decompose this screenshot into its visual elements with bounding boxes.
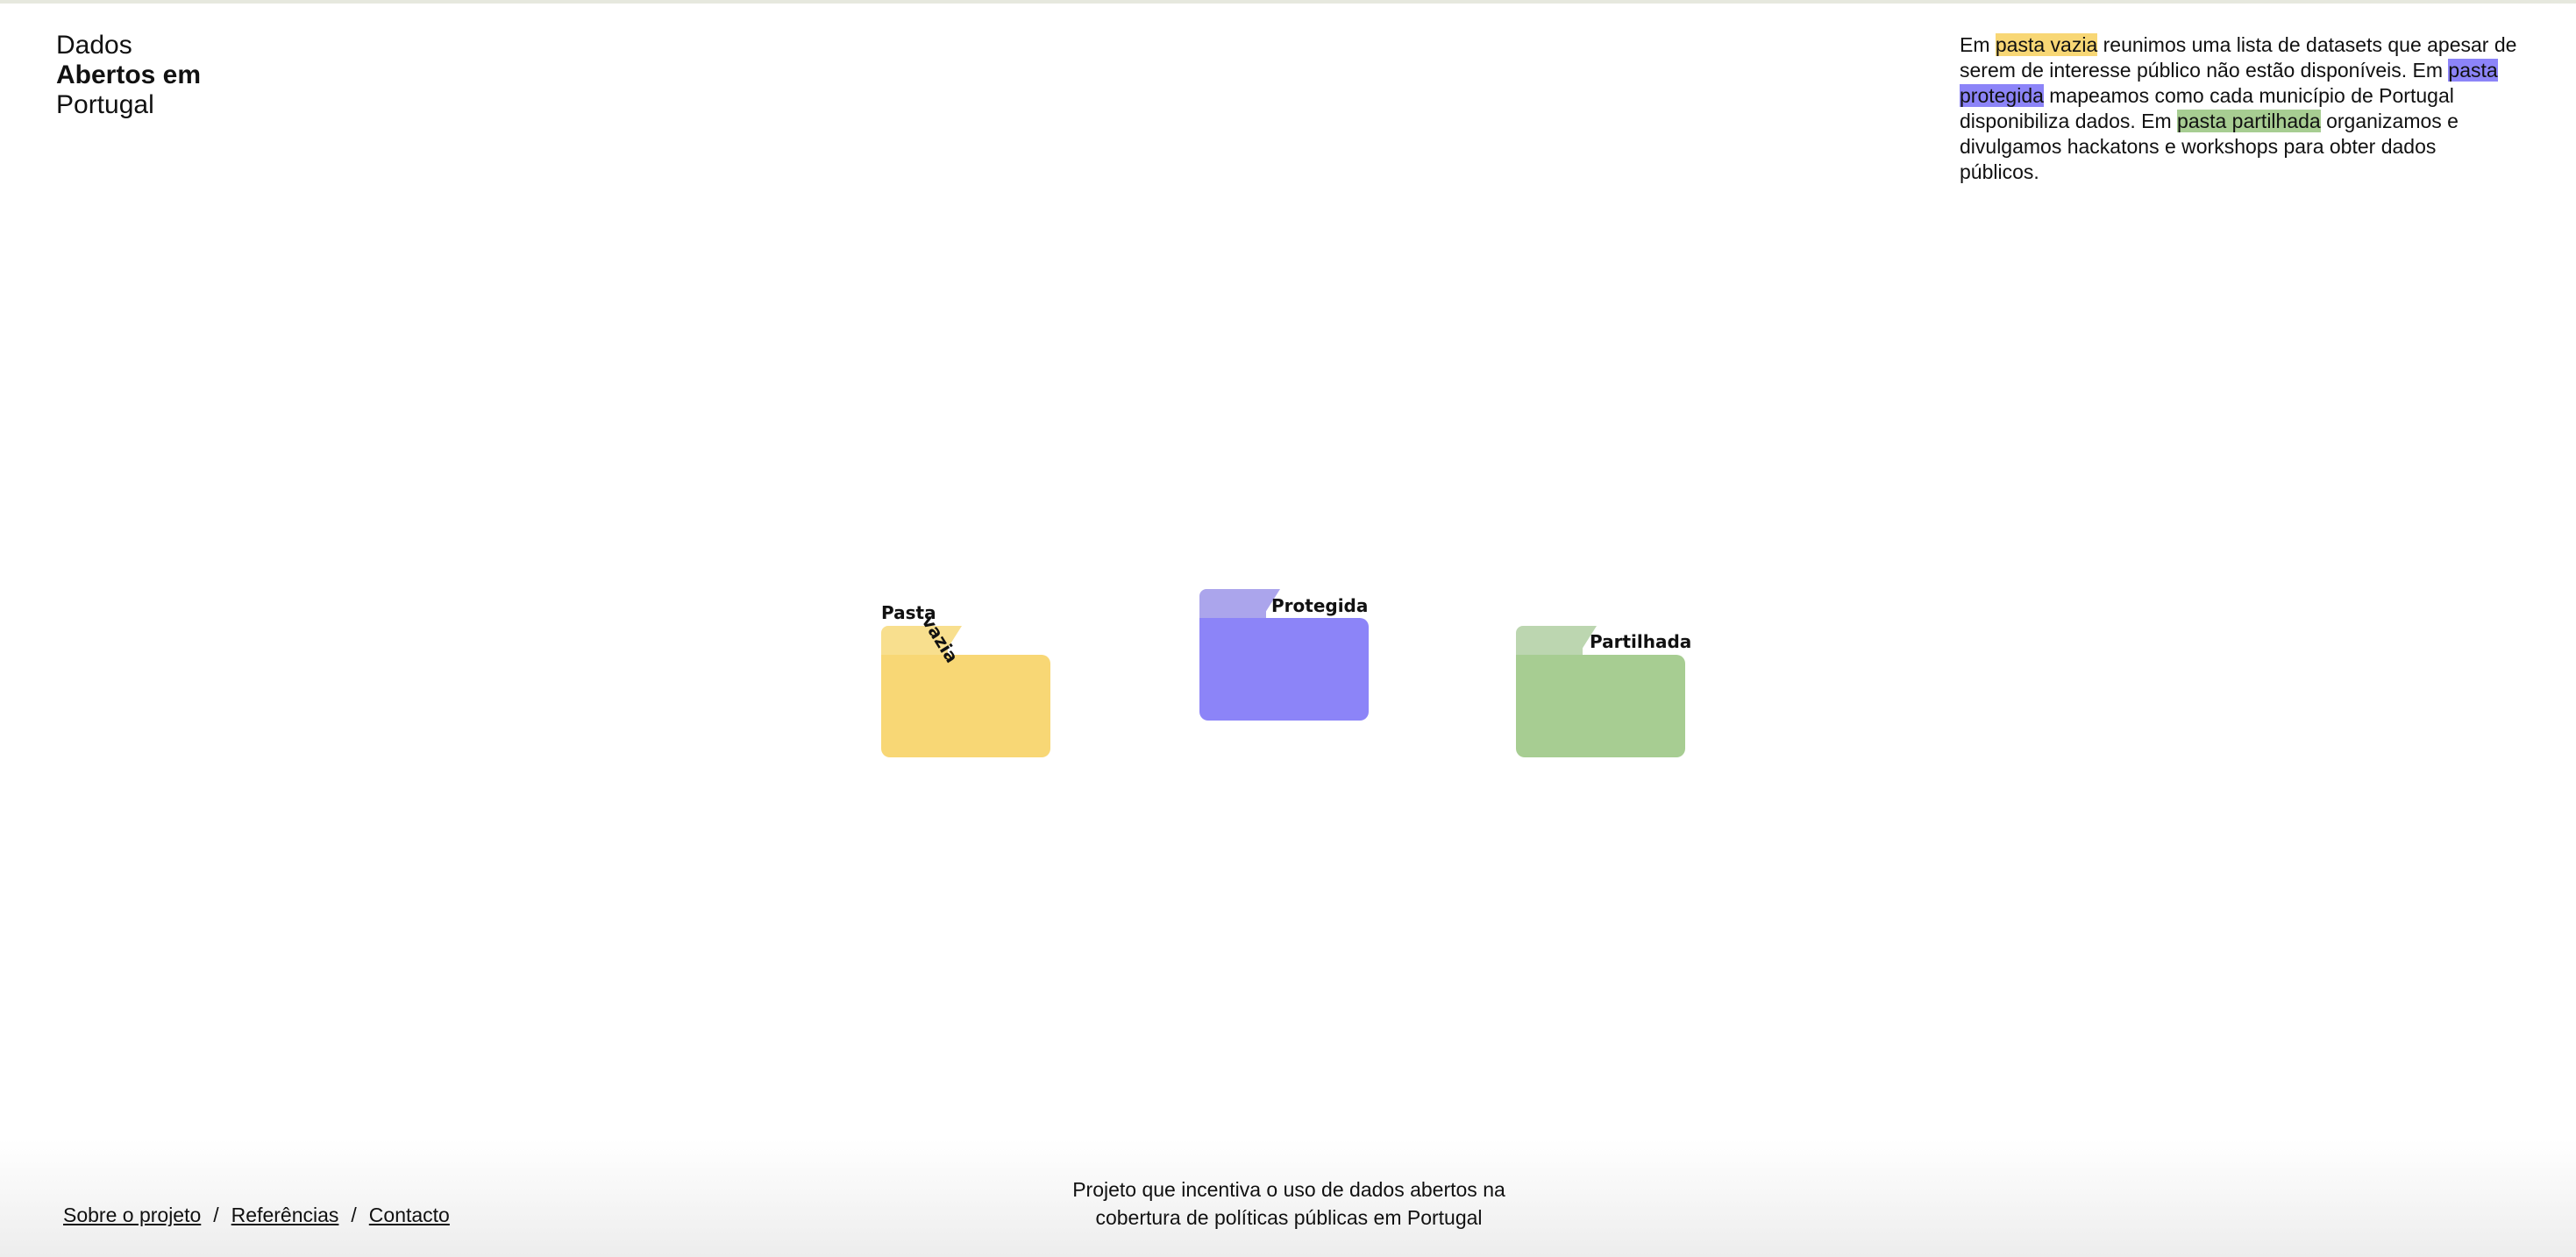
intro-part-1: Em	[1960, 33, 1996, 56]
tagline-line-2: cobertura de políticas públicas em Portu…	[1095, 1206, 1483, 1229]
logo-line-2: Abertos em	[56, 60, 202, 89]
tagline-line-1: Projeto que incentiva o uso de dados abe…	[1072, 1178, 1505, 1201]
nav-separator: /	[213, 1204, 219, 1226]
intro-text: Em pasta vazia reunimos uma lista de dat…	[1960, 32, 2521, 185]
folder-partilhada[interactable]: Partilhada	[1516, 626, 1691, 757]
link-referencias[interactable]: Referências	[231, 1204, 339, 1226]
highlight-pasta-vazia: pasta vazia	[1995, 33, 2098, 56]
folder-label-partilhada: Partilhada	[1590, 631, 1692, 652]
site-logo[interactable]: Dados Abertos em Portugal	[56, 31, 201, 120]
top-border	[0, 0, 2576, 4]
folder-pasta-vazia[interactable]: Pasta vazia	[881, 602, 1050, 757]
folder-icon-yellow	[881, 655, 1050, 757]
logo-line-3: Portugal	[56, 90, 154, 119]
folder-protegida[interactable]: Protegida	[1199, 589, 1369, 721]
folder-label-protegida: Protegida	[1271, 595, 1369, 616]
folder-icon-purple	[1199, 618, 1369, 721]
link-sobre-o-projeto[interactable]: Sobre o projeto	[63, 1204, 201, 1226]
link-contacto[interactable]: Contacto	[369, 1204, 450, 1226]
logo-line-1: Dados	[56, 31, 132, 60]
footer-nav: Sobre o projeto / Referências / Contacto	[63, 1204, 450, 1227]
footer-tagline: Projeto que incentiva o uso de dados abe…	[1026, 1175, 1552, 1232]
folder-icon-green	[1516, 655, 1685, 757]
nav-separator: /	[351, 1204, 357, 1226]
highlight-pasta-partilhada: pasta partilhada	[2177, 110, 2321, 132]
